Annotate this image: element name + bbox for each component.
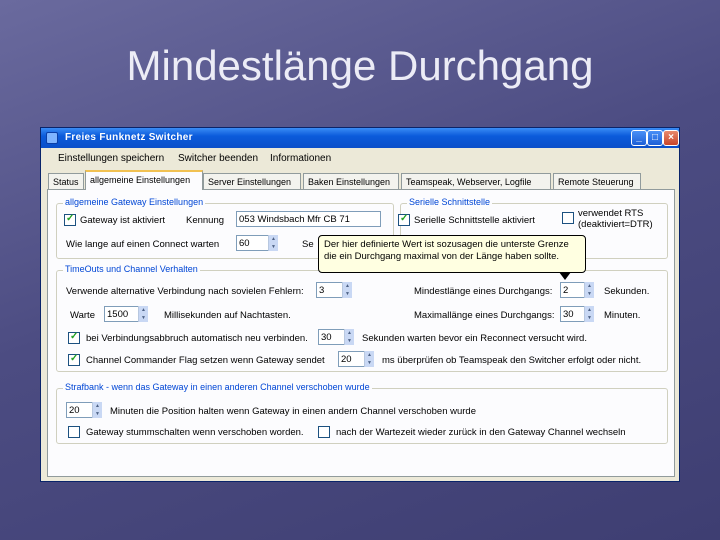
alt-connection-spinner[interactable]: ▲ ▼ bbox=[342, 282, 352, 298]
tab-bar: Status allgemeine Einstellungen Server E… bbox=[47, 170, 677, 190]
reconnect-delay-spinner[interactable]: ▲ ▼ bbox=[344, 329, 354, 345]
use-rts-label: verwendet RTS bbox=[578, 208, 644, 219]
spin-down-icon[interactable]: ▼ bbox=[269, 243, 278, 251]
gateway-settings-legend: allgemeine Gateway Einstellungen bbox=[63, 197, 206, 207]
min-length-unit: Sekunden. bbox=[604, 286, 650, 297]
spin-up-icon[interactable]: ▲ bbox=[585, 306, 594, 314]
use-rts-checkbox[interactable] bbox=[562, 212, 574, 224]
spin-up-icon[interactable]: ▲ bbox=[269, 235, 278, 243]
min-length-tooltip: Der hier definierte Wert ist sozusagen d… bbox=[318, 235, 586, 280]
slide-title: Mindestlänge Durchgang bbox=[126, 42, 594, 89]
min-length-label: Mindestlänge eines Durchgangs: bbox=[414, 286, 553, 297]
checkmark-icon: ✓ bbox=[400, 213, 409, 224]
tab-teamspeak-webserver-logfile[interactable]: Teamspeak, Webserver, Logfile bbox=[401, 173, 551, 190]
serial-active-checkbox[interactable]: ✓ bbox=[398, 213, 410, 226]
return-channel-checkbox[interactable] bbox=[318, 426, 330, 438]
menu-bar: Einstellungen speichern Switcher beenden… bbox=[41, 149, 679, 167]
commander-check-spinner[interactable]: ▲ ▼ bbox=[364, 351, 374, 367]
wait-unit: Millisekunden auf Nachtasten. bbox=[164, 310, 291, 321]
spin-down-icon[interactable]: ▼ bbox=[343, 290, 352, 298]
connect-wait-spinner[interactable]: ▲ ▼ bbox=[268, 235, 278, 251]
spin-up-icon[interactable]: ▲ bbox=[139, 306, 148, 314]
spin-down-icon[interactable]: ▼ bbox=[585, 314, 594, 322]
connect-wait-unit: Se bbox=[302, 239, 314, 250]
auto-reconnect-label: bei Verbindungsabbruch automatisch neu v… bbox=[86, 333, 308, 344]
menu-save-settings[interactable]: Einstellungen speichern bbox=[58, 153, 164, 164]
gateway-active-label: Gateway ist aktiviert bbox=[80, 215, 165, 226]
spin-down-icon[interactable]: ▼ bbox=[345, 337, 354, 345]
max-length-label: Maximallänge eines Durchgangs: bbox=[414, 310, 555, 321]
return-channel-label: nach der Wartezeit wieder zurück in den … bbox=[336, 427, 626, 438]
close-button[interactable]: × bbox=[663, 130, 679, 146]
spin-up-icon[interactable]: ▲ bbox=[365, 351, 374, 359]
maximize-button[interactable]: □ bbox=[647, 130, 663, 146]
spin-down-icon[interactable]: ▼ bbox=[365, 359, 374, 367]
tooltip-line-1: Der hier definierte Wert ist sozusagen d… bbox=[324, 239, 569, 250]
spin-down-icon[interactable]: ▼ bbox=[93, 410, 102, 418]
hold-minutes-label: Minuten die Position halten wenn Gateway… bbox=[110, 406, 476, 417]
app-window: Freies Funknetz Switcher _ □ × Einstellu… bbox=[40, 127, 680, 482]
commander-flag-label: Channel Commander Flag setzen wenn Gatew… bbox=[86, 355, 325, 366]
kennung-input[interactable]: 053 Windsbach Mfr CB 71 bbox=[236, 211, 381, 227]
wait-label: Warte bbox=[70, 310, 95, 321]
min-length-spinner[interactable]: ▲ ▼ bbox=[584, 282, 594, 298]
auto-reconnect-checkbox[interactable]: ✓ bbox=[68, 331, 80, 344]
use-rts-label-sub: (deaktiviert=DTR) bbox=[578, 219, 653, 230]
commander-check-unit: ms überprüfen ob Teamspeak den Switcher … bbox=[382, 355, 642, 366]
tab-status[interactable]: Status bbox=[48, 173, 84, 190]
app-icon bbox=[46, 132, 58, 144]
spin-down-icon[interactable]: ▼ bbox=[585, 290, 594, 298]
max-length-unit: Minuten. bbox=[604, 310, 641, 321]
gateway-active-checkbox[interactable]: ✓ bbox=[64, 213, 76, 226]
max-length-spinner[interactable]: ▲ ▼ bbox=[584, 306, 594, 322]
checkmark-icon: ✓ bbox=[70, 331, 79, 342]
serial-interface-legend: Serielle Schnittstelle bbox=[407, 197, 493, 207]
tooltip-pointer bbox=[559, 272, 571, 280]
timeouts-legend: TimeOuts und Channel Verhalten bbox=[63, 264, 200, 274]
serial-active-label: Serielle Schnittstelle aktiviert bbox=[414, 215, 535, 226]
commander-flag-checkbox[interactable]: ✓ bbox=[68, 353, 80, 366]
mute-gateway-label: Gateway stummschalten wenn verschoben wo… bbox=[86, 427, 304, 438]
connect-wait-label: Wie lange auf einen Connect warten bbox=[66, 239, 220, 250]
checkmark-icon: ✓ bbox=[66, 213, 75, 224]
spin-up-icon[interactable]: ▲ bbox=[345, 329, 354, 337]
spin-up-icon[interactable]: ▲ bbox=[343, 282, 352, 290]
spin-up-icon[interactable]: ▲ bbox=[93, 402, 102, 410]
spin-down-icon[interactable]: ▼ bbox=[139, 314, 148, 322]
wait-spinner[interactable]: ▲ ▼ bbox=[138, 306, 148, 322]
hold-minutes-spinner[interactable]: ▲ ▼ bbox=[92, 402, 102, 418]
tab-server-settings[interactable]: Server Einstellungen bbox=[203, 173, 301, 190]
title-bar[interactable]: Freies Funknetz Switcher _ □ × bbox=[41, 128, 679, 148]
mute-gateway-checkbox[interactable] bbox=[68, 426, 80, 438]
tab-beacon-settings[interactable]: Baken Einstellungen bbox=[303, 173, 399, 190]
kennung-label: Kennung bbox=[186, 215, 225, 226]
minimize-button[interactable]: _ bbox=[631, 130, 647, 146]
window-title: Freies Funknetz Switcher bbox=[65, 132, 193, 143]
spin-up-icon[interactable]: ▲ bbox=[585, 282, 594, 290]
tab-panel-general-settings: allgemeine Gateway Einstellungen ✓ Gatew… bbox=[47, 189, 675, 477]
menu-information[interactable]: Informationen bbox=[270, 153, 331, 164]
checkmark-icon: ✓ bbox=[70, 353, 79, 364]
tooltip-line-2: die ein Durchgang maximal von der Länge … bbox=[324, 251, 560, 262]
alt-connection-label: Verwende alternative Verbindung nach sov… bbox=[66, 286, 304, 297]
penalty-legend: Strafbank - wenn das Gateway in einen an… bbox=[63, 382, 372, 392]
tab-general-settings[interactable]: allgemeine Einstellungen bbox=[85, 170, 203, 190]
tab-remote-control[interactable]: Remote Steuerung bbox=[553, 173, 641, 190]
reconnect-delay-unit: Sekunden warten bevor ein Reconnect vers… bbox=[362, 333, 587, 344]
menu-exit-switcher[interactable]: Switcher beenden bbox=[178, 153, 258, 164]
